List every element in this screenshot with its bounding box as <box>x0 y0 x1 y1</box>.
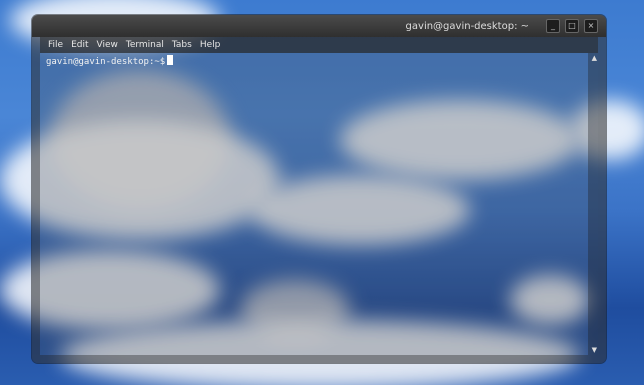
window-titlebar[interactable]: gavin@gavin-desktop: ~ _ □ × <box>32 15 606 37</box>
menu-help[interactable]: Help <box>200 40 221 50</box>
menu-bar: File Edit View Terminal Tabs Help <box>40 37 598 53</box>
scroll-up-arrow-icon[interactable]: ▲ <box>592 54 597 62</box>
shell-prompt: gavin@gavin-desktop:~$ <box>46 57 166 67</box>
minimize-icon[interactable]: _ <box>546 19 560 33</box>
terminal-window[interactable]: gavin@gavin-desktop: ~ _ □ × File Edit V… <box>32 15 606 363</box>
terminal-output-area[interactable]: gavin@gavin-desktop:~$ ▲ ▼ <box>40 53 598 355</box>
menu-edit[interactable]: Edit <box>71 40 88 50</box>
vertical-scrollbar[interactable]: ▲ ▼ <box>588 53 598 355</box>
menu-terminal[interactable]: Terminal <box>126 40 164 50</box>
prompt-line: gavin@gavin-desktop:~$ <box>46 55 174 67</box>
menu-tabs[interactable]: Tabs <box>172 40 192 50</box>
maximize-icon[interactable]: □ <box>565 19 579 33</box>
menu-view[interactable]: View <box>97 40 118 50</box>
scroll-down-arrow-icon[interactable]: ▼ <box>592 346 597 354</box>
menu-file[interactable]: File <box>48 40 63 50</box>
close-icon[interactable]: × <box>584 19 598 33</box>
text-cursor <box>167 55 174 65</box>
window-title: gavin@gavin-desktop: ~ <box>405 20 529 32</box>
